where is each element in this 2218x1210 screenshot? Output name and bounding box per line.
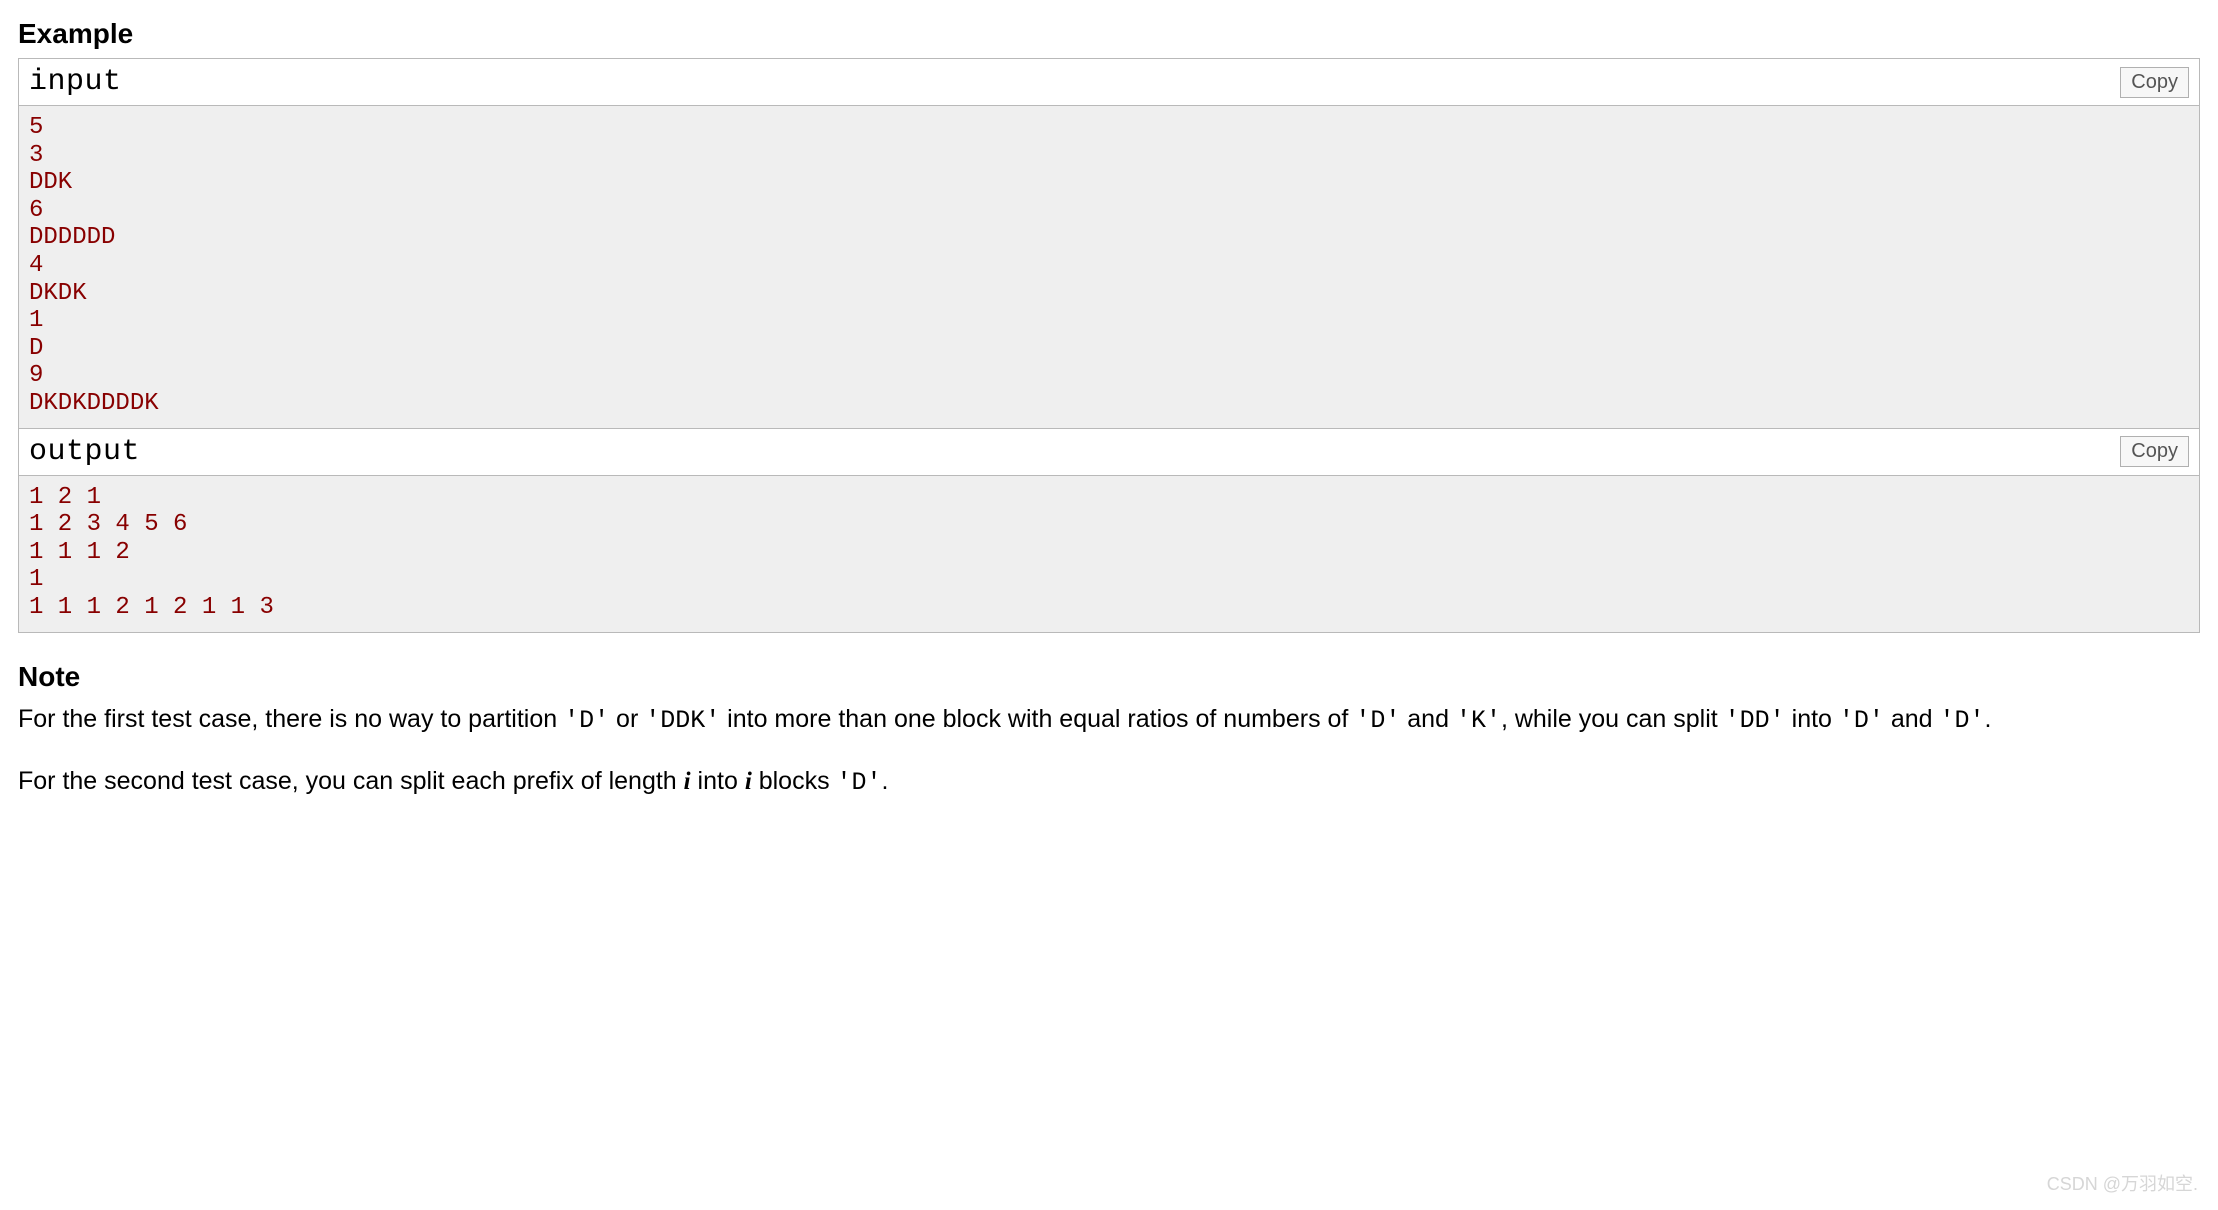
note-paragraph-1: For the first test case, there is no way… — [18, 701, 2200, 740]
note-paragraph-2: For the second test case, you can split … — [18, 763, 2200, 802]
note-section: Note For the first test case, there is n… — [18, 661, 2200, 802]
output-label: output — [29, 435, 140, 469]
code-inline: 'D' — [1839, 706, 1884, 735]
copy-output-button[interactable]: Copy — [2120, 436, 2189, 467]
input-content: 5 3 DDK 6 DDDDDD 4 DKDK 1 D 9 DKDKDDDDK — [19, 106, 2199, 428]
code-inline: 'DDK' — [645, 706, 720, 735]
output-header: output Copy — [19, 429, 2199, 476]
note-text: , while you can split — [1501, 705, 1725, 733]
code-inline: 'D' — [1940, 706, 1985, 735]
code-inline: 'D' — [837, 768, 882, 797]
note-text: blocks — [752, 767, 837, 795]
code-inline: 'DD' — [1725, 706, 1785, 735]
note-text: into — [691, 767, 745, 795]
example-section: Example input Copy 5 3 DDK 6 DDDDDD 4 DK… — [18, 18, 2200, 633]
input-header: input Copy — [19, 59, 2199, 106]
note-text: . — [1985, 705, 1992, 733]
note-text: . — [882, 767, 889, 795]
input-label: input — [29, 65, 122, 99]
output-content: 1 2 1 1 2 3 4 5 6 1 1 1 2 1 1 1 1 2 1 2 … — [19, 476, 2199, 632]
note-text: For the first test case, there is no way… — [18, 705, 564, 733]
code-inline: 'D' — [564, 706, 609, 735]
note-text: or — [609, 705, 645, 733]
watermark: CSDN @万羽如空. — [2047, 1170, 2198, 1196]
note-text: For the second test case, you can split … — [18, 767, 684, 795]
code-inline: 'K' — [1456, 706, 1501, 735]
note-text: into more than one block with equal rati… — [720, 705, 1355, 733]
note-body: For the first test case, there is no way… — [18, 701, 2200, 802]
math-var: i — [745, 768, 752, 795]
math-var: i — [684, 768, 691, 795]
note-text: into — [1785, 705, 1839, 733]
input-block: input Copy 5 3 DDK 6 DDDDDD 4 DKDK 1 D 9… — [18, 58, 2200, 429]
example-heading: Example — [18, 18, 2200, 50]
note-heading: Note — [18, 661, 2200, 693]
code-inline: 'D' — [1355, 706, 1400, 735]
note-text: and — [1400, 705, 1456, 733]
note-text: and — [1884, 705, 1940, 733]
output-block: output Copy 1 2 1 1 2 3 4 5 6 1 1 1 2 1 … — [18, 429, 2200, 633]
copy-input-button[interactable]: Copy — [2120, 67, 2189, 98]
